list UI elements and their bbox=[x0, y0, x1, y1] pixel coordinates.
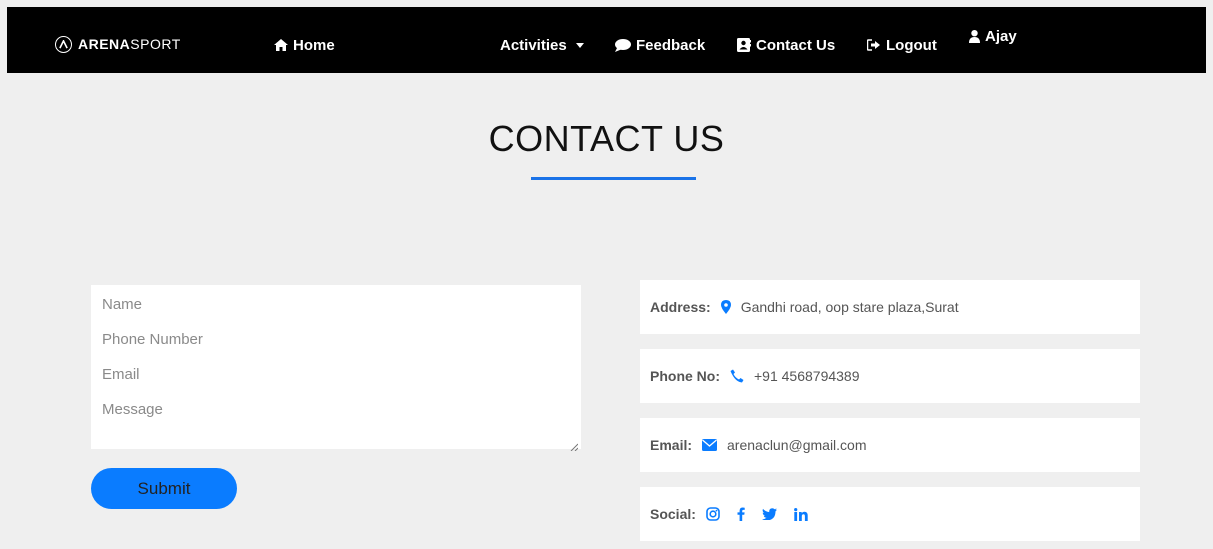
envelope-icon bbox=[702, 439, 718, 451]
nav-contact[interactable]: Contact Us bbox=[737, 36, 835, 54]
email-value: arenaclun@gmail.com bbox=[727, 437, 867, 453]
social-label: Social: bbox=[650, 506, 696, 522]
resize-grip-icon[interactable] bbox=[570, 438, 579, 452]
twitter-icon[interactable] bbox=[761, 508, 777, 520]
phone-label: Phone No: bbox=[650, 368, 720, 384]
map-marker-icon bbox=[720, 300, 731, 314]
instagram-icon[interactable] bbox=[706, 507, 720, 521]
linkedin-icon[interactable] bbox=[794, 507, 808, 521]
comment-icon bbox=[615, 38, 631, 52]
address-label: Address: bbox=[650, 299, 711, 315]
nav-contact-label: Contact Us bbox=[756, 36, 836, 54]
submit-button[interactable]: Submit bbox=[91, 468, 237, 509]
message-textarea[interactable]: Message bbox=[102, 400, 572, 420]
address-value: Gandhi road, oop stare plaza,Surat bbox=[740, 299, 959, 315]
email-card: Email: arenaclun@gmail.com bbox=[640, 418, 1140, 472]
nav-user-label: Ajay bbox=[985, 27, 1017, 45]
nav-user[interactable]: Ajay bbox=[969, 27, 1017, 45]
name-input[interactable]: Name bbox=[102, 295, 572, 315]
email-input[interactable]: Email bbox=[102, 365, 572, 385]
social-card: Social: bbox=[640, 487, 1140, 541]
address-card: Address: Gandhi road, oop stare plaza,Su… bbox=[640, 280, 1140, 334]
nav-home[interactable]: Home bbox=[274, 36, 335, 54]
nav-feedback-label: Feedback bbox=[636, 36, 706, 54]
phone-icon bbox=[730, 369, 744, 383]
contact-form: Name Phone Number Email Message bbox=[91, 285, 581, 452]
user-icon bbox=[969, 29, 980, 43]
home-icon bbox=[274, 39, 288, 51]
arena-logo-icon bbox=[55, 35, 72, 53]
phone-card: Phone No: +91 4568794389 bbox=[640, 349, 1140, 403]
phone-value: +91 4568794389 bbox=[754, 368, 860, 384]
nav-activities-dropdown[interactable]: Activities bbox=[500, 36, 584, 54]
nav-activities-label: Activities bbox=[500, 36, 567, 54]
brand-logo[interactable]: ARENASPORT bbox=[55, 35, 181, 53]
caret-down-icon bbox=[575, 42, 584, 48]
address-card-icon bbox=[737, 38, 751, 52]
facebook-icon[interactable] bbox=[737, 507, 745, 521]
nav-feedback[interactable]: Feedback bbox=[615, 36, 705, 54]
page-title: CONTACT US bbox=[488, 118, 725, 159]
email-label: Email: bbox=[650, 437, 693, 453]
brand-name: ARENASPORT bbox=[78, 36, 181, 52]
sign-out-icon bbox=[867, 39, 881, 51]
navbar: ARENASPORT Home Activities Feedback Cont… bbox=[7, 7, 1206, 73]
nav-logout-label: Logout bbox=[886, 36, 937, 54]
nav-logout[interactable]: Logout bbox=[867, 36, 937, 54]
phone-input[interactable]: Phone Number bbox=[102, 330, 572, 350]
title-underline bbox=[531, 177, 696, 180]
nav-home-label: Home bbox=[293, 36, 335, 54]
